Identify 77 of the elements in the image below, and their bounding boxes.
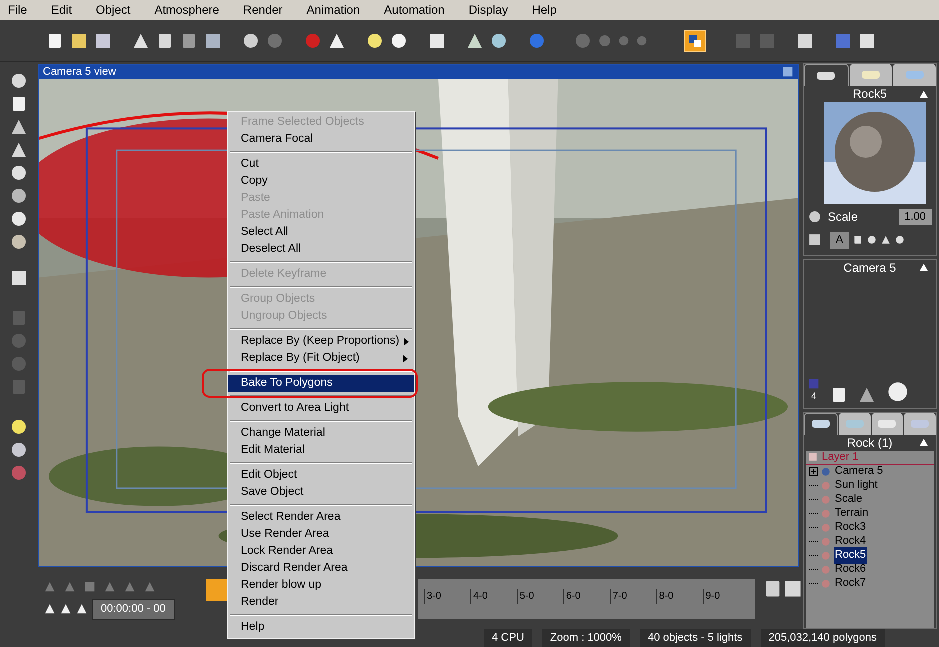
menu-item[interactable]: Lock Render Area — [228, 543, 414, 560]
menu-item[interactable]: Replace By (Fit Object) — [228, 350, 414, 367]
menu-item[interactable]: Save Object — [228, 484, 414, 501]
menu-item[interactable]: Cut — [228, 156, 414, 173]
menu-item[interactable]: Edit Object — [228, 467, 414, 484]
menu-item[interactable]: Use Render Area — [228, 526, 414, 543]
menu-item[interactable]: Discard Render Area — [228, 560, 414, 577]
menu-item[interactable]: Select Render Area — [228, 509, 414, 526]
menu-item[interactable]: Replace By (Keep Proportions) — [228, 333, 414, 350]
menu-item[interactable]: Convert to Area Light — [228, 400, 414, 417]
tree-item[interactable]: Camera 5 — [834, 463, 884, 480]
status-field: 4 CPU — [484, 628, 532, 647]
panel-tab[interactable] — [850, 64, 892, 86]
panel-tab[interactable] — [838, 412, 870, 434]
tab-icon — [904, 68, 926, 82]
layer-label: Layer 1 — [822, 450, 859, 465]
sphere-icon[interactable] — [867, 235, 878, 246]
collapse-icon[interactable] — [920, 439, 928, 446]
menu-item[interactable]: Bake To Polygons — [228, 375, 414, 392]
slot-label: 4 — [811, 390, 816, 403]
resize-icon — [688, 34, 702, 48]
panel-tab[interactable] — [804, 64, 849, 86]
tab-icon — [860, 68, 882, 82]
menu-item[interactable]: Render blow up — [228, 577, 414, 594]
panel-title: Rock5 — [853, 86, 888, 103]
tree-item[interactable]: Rock3 — [834, 519, 868, 536]
tick-label: 8-0 — [656, 589, 674, 604]
menu-title[interactable]: Automation — [384, 1, 445, 19]
tree-item[interactable]: Rock4 — [834, 533, 868, 550]
menu-title[interactable]: Animation — [306, 1, 360, 19]
mode-dropdown[interactable]: A — [830, 232, 850, 248]
status-field: 40 objects - 5 lights — [640, 628, 751, 647]
menu-item[interactable]: Render — [228, 594, 414, 611]
tick-label: 9-0 — [702, 589, 720, 604]
menu-title[interactable]: Atmosphere — [154, 1, 220, 19]
scale-label: Scale — [828, 209, 858, 226]
panel-title: Camera 5 — [844, 260, 896, 276]
menu-title[interactable]: Render — [243, 1, 283, 19]
menu-item[interactable]: Camera Focal — [228, 131, 414, 148]
menu-item[interactable]: Deselect All — [228, 241, 414, 258]
time-field[interactable]: 00:00:00 - 00 — [92, 599, 175, 620]
menu-title[interactable]: Help — [532, 1, 557, 19]
tick-label: 4-0 — [470, 589, 488, 604]
status-field: Zoom : 1000% — [542, 628, 630, 647]
sphere-icon[interactable] — [10, 72, 28, 90]
panel-title: Rock (1) — [847, 434, 893, 452]
collapse-icon[interactable] — [920, 90, 928, 98]
menu-item[interactable]: Change Material — [228, 425, 414, 442]
scale-field[interactable]: 1.00 — [898, 208, 932, 226]
tree-item[interactable]: Sun light — [834, 477, 879, 494]
tree-item[interactable]: Terrain — [834, 505, 870, 522]
light-bulb-icon[interactable] — [10, 418, 28, 436]
menu-title[interactable]: File — [8, 1, 28, 19]
menu-title[interactable]: Display — [468, 1, 508, 19]
panel-tab[interactable] — [872, 412, 904, 434]
plus-icon — [811, 469, 816, 474]
tree-item[interactable]: Rock6 — [834, 561, 868, 578]
menu-item[interactable]: Edit Material — [228, 442, 414, 459]
menu-item[interactable]: Select All — [228, 224, 414, 241]
menu-title[interactable]: Edit — [51, 1, 72, 19]
menu-item[interactable]: Help — [228, 619, 414, 636]
tick-label: 6-0 — [563, 589, 581, 604]
tree-item[interactable]: Scale — [834, 491, 864, 508]
tick-label: 5-0 — [516, 589, 534, 604]
viewport-title: Camera 5 view — [43, 64, 116, 80]
collapse-icon[interactable] — [920, 264, 928, 271]
menu-item[interactable]: Copy — [228, 173, 414, 190]
panel-tab[interactable] — [804, 412, 838, 434]
tree-item[interactable]: Rock5 — [834, 547, 868, 564]
tab-icon — [810, 417, 832, 431]
view-toggle-button[interactable] — [684, 30, 706, 52]
menu-title[interactable]: Object — [96, 1, 131, 19]
expand-toggle[interactable] — [809, 467, 818, 476]
tick-label: 3-0 — [424, 589, 442, 604]
tick-label: 7-0 — [610, 589, 628, 604]
tree-item[interactable]: Rock7 — [834, 575, 868, 592]
status-field: 205,032,140 polygons — [760, 628, 885, 647]
